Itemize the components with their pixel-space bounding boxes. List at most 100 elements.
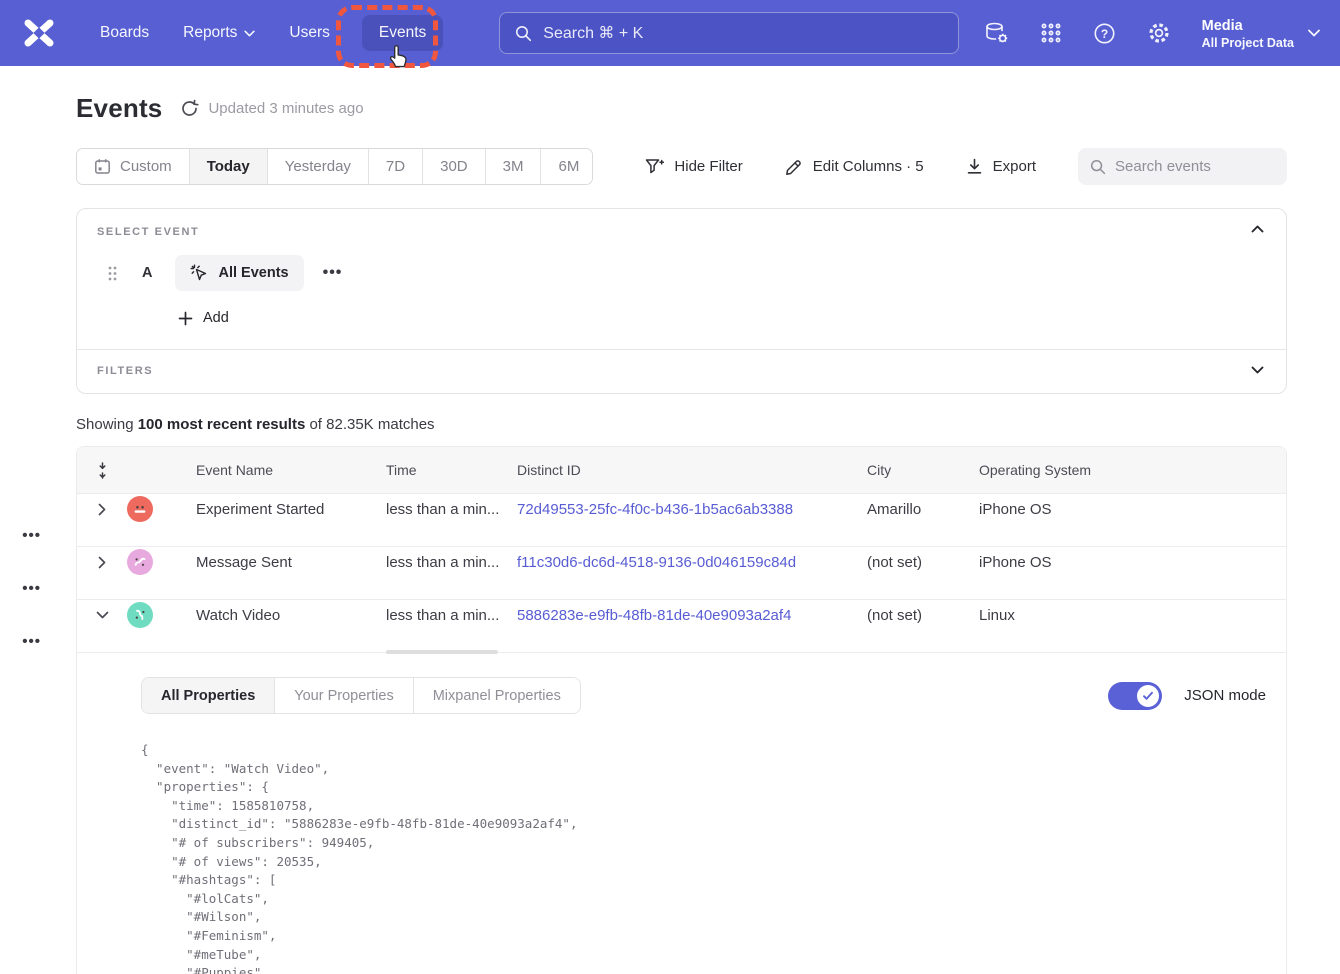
row-more-options-button[interactable]: •••: [22, 633, 127, 650]
export-button[interactable]: Export: [966, 158, 1036, 175]
nav-item-boards[interactable]: Boards: [98, 15, 151, 51]
search-icon: [515, 25, 532, 42]
date-range-label: Today: [207, 158, 250, 175]
project-scope: All Project Data: [1202, 36, 1294, 50]
mixpanel-logo-icon[interactable]: [24, 18, 54, 48]
toolbar-actions: Hide Filter Edit Columns · 5: [645, 158, 1036, 176]
page-title: Events: [76, 93, 162, 124]
drag-handle-icon[interactable]: [108, 266, 117, 281]
properties-tabs: All Properties Your Properties Mixpanel …: [141, 677, 581, 714]
apps-grid-icon[interactable]: [1040, 22, 1062, 44]
help-icon[interactable]: ?: [1093, 22, 1116, 45]
tab-all-properties[interactable]: All Properties: [142, 678, 274, 713]
cell-city: (not set): [867, 554, 979, 571]
event-row: A All Events •••: [97, 255, 1266, 291]
date-range-custom[interactable]: Custom: [77, 149, 189, 184]
selected-event-name: All Events: [218, 265, 288, 281]
date-range-30d[interactable]: 30D: [422, 149, 485, 184]
distinct-id-link[interactable]: f11c30d6-dc6d-4518-9136-0d046159c84d: [517, 554, 796, 571]
collapse-section-button[interactable]: [1247, 221, 1268, 237]
query-builder-card: SELECT EVENT A: [76, 208, 1287, 394]
expand-row-chevron-icon[interactable]: [92, 550, 112, 575]
sort-icon[interactable]: [90, 456, 115, 485]
column-header-event-name[interactable]: Event Name: [172, 462, 386, 478]
updated-text: Updated 3 minutes ago: [208, 100, 363, 117]
date-range-yesterday[interactable]: Yesterday: [267, 149, 368, 184]
nav-item-events[interactable]: Events: [362, 15, 443, 51]
column-header-time[interactable]: Time: [386, 462, 517, 478]
add-event-button[interactable]: Add: [178, 310, 1266, 326]
cell-time: less than a min...: [386, 554, 517, 571]
json-mode-control: JSON mode: [1108, 682, 1266, 710]
date-range-label: 6M: [558, 158, 579, 175]
filters-section: FILTERS: [77, 350, 1286, 393]
row-more-options-button[interactable]: •••: [22, 527, 127, 544]
pencil-icon: [785, 158, 803, 176]
column-header-distinct-id[interactable]: Distinct ID: [517, 462, 867, 478]
funnel-icon: [645, 158, 664, 176]
svg-text:?: ?: [1100, 26, 1107, 40]
calendar-icon: [94, 158, 111, 175]
nav-item-reports[interactable]: Reports: [181, 15, 257, 51]
results-prefix: Showing: [76, 416, 138, 433]
event-more-options-button[interactable]: •••: [323, 264, 343, 282]
global-search-button[interactable]: Search ⌘ + K: [499, 12, 959, 54]
add-label: Add: [203, 310, 229, 326]
results-summary: Showing 100 most recent results of 82.35…: [76, 416, 1287, 433]
select-event-section: SELECT EVENT A: [77, 209, 1286, 349]
cell-city: (not set): [867, 607, 979, 624]
date-range-3m[interactable]: 3M: [485, 149, 541, 184]
toggle-knob: [1137, 685, 1159, 707]
event-avatar: [127, 602, 153, 628]
results-count: 100 most recent results: [138, 416, 306, 433]
search-events-field[interactable]: [1078, 148, 1287, 185]
hide-filter-button[interactable]: Hide Filter: [645, 158, 742, 176]
distinct-id-link[interactable]: 72d49553-25fc-4f0c-b436-1b5ac6ab3388: [517, 501, 793, 518]
project-selector[interactable]: Media All Project Data: [1202, 17, 1320, 50]
row-more-options-button[interactable]: •••: [22, 580, 127, 597]
cell-event-name: Message Sent: [172, 554, 386, 571]
date-range-7d[interactable]: 7D: [368, 149, 422, 184]
cell-event-name: Experiment Started: [172, 501, 386, 518]
project-name: Media: [1202, 17, 1294, 36]
global-search-placeholder: Search ⌘ + K: [543, 23, 643, 43]
date-range-label: Custom: [120, 158, 172, 175]
cell-os: Linux: [979, 607, 1286, 624]
json-mode-toggle[interactable]: [1108, 682, 1162, 710]
nav-item-label: Users: [289, 24, 329, 42]
search-events-input[interactable]: [1115, 158, 1275, 175]
collapse-row-chevron-icon[interactable]: [90, 605, 115, 625]
cell-os: iPhone OS: [979, 501, 1286, 518]
event-avatar: [127, 549, 153, 575]
cell-city: Amarillo: [867, 501, 979, 518]
event-json-viewer: { "event": "Watch Video", "properties": …: [141, 741, 1266, 974]
table-row-expanded[interactable]: Watch Video less than a min... 5886283e-…: [77, 599, 1286, 652]
date-range-today[interactable]: Today: [189, 149, 267, 184]
date-range-control: Custom Today Yesterday 7D 30D 3M 6M 12M: [76, 148, 593, 185]
expand-row-chevron-icon[interactable]: [92, 497, 112, 522]
search-icon: [1090, 159, 1106, 175]
horizontal-scrollbar-thumb[interactable]: [386, 650, 498, 654]
select-event-label: SELECT EVENT: [97, 226, 1266, 238]
date-range-6m[interactable]: 6M: [540, 149, 593, 184]
date-range-label: Yesterday: [285, 158, 351, 175]
download-icon: [966, 158, 983, 175]
table-row[interactable]: Experiment Started less than a min... 72…: [77, 493, 1286, 546]
edit-columns-label: Edit Columns · 5: [813, 158, 924, 175]
expand-filters-button[interactable]: [1247, 362, 1268, 378]
tab-mixpanel-properties[interactable]: Mixpanel Properties: [413, 678, 580, 713]
refresh-icon[interactable]: [180, 99, 199, 118]
table-row[interactable]: Message Sent less than a min... f11c30d6…: [77, 546, 1286, 599]
cell-os: iPhone OS: [979, 554, 1286, 571]
settings-gear-icon[interactable]: [1147, 21, 1171, 45]
column-header-city[interactable]: City: [867, 462, 979, 478]
toolbar: Custom Today Yesterday 7D 30D 3M 6M 12M: [76, 148, 1287, 185]
column-header-os[interactable]: Operating System: [979, 462, 1286, 478]
cell-time: less than a min...: [386, 501, 517, 518]
edit-columns-button[interactable]: Edit Columns · 5: [785, 158, 924, 176]
event-selector-pill[interactable]: All Events: [175, 255, 303, 291]
data-management-icon[interactable]: [984, 21, 1009, 45]
tab-your-properties[interactable]: Your Properties: [274, 678, 412, 713]
nav-item-users[interactable]: Users: [287, 15, 331, 51]
distinct-id-link[interactable]: 5886283e-e9fb-48fb-81de-40e9093a2af4: [517, 607, 791, 624]
